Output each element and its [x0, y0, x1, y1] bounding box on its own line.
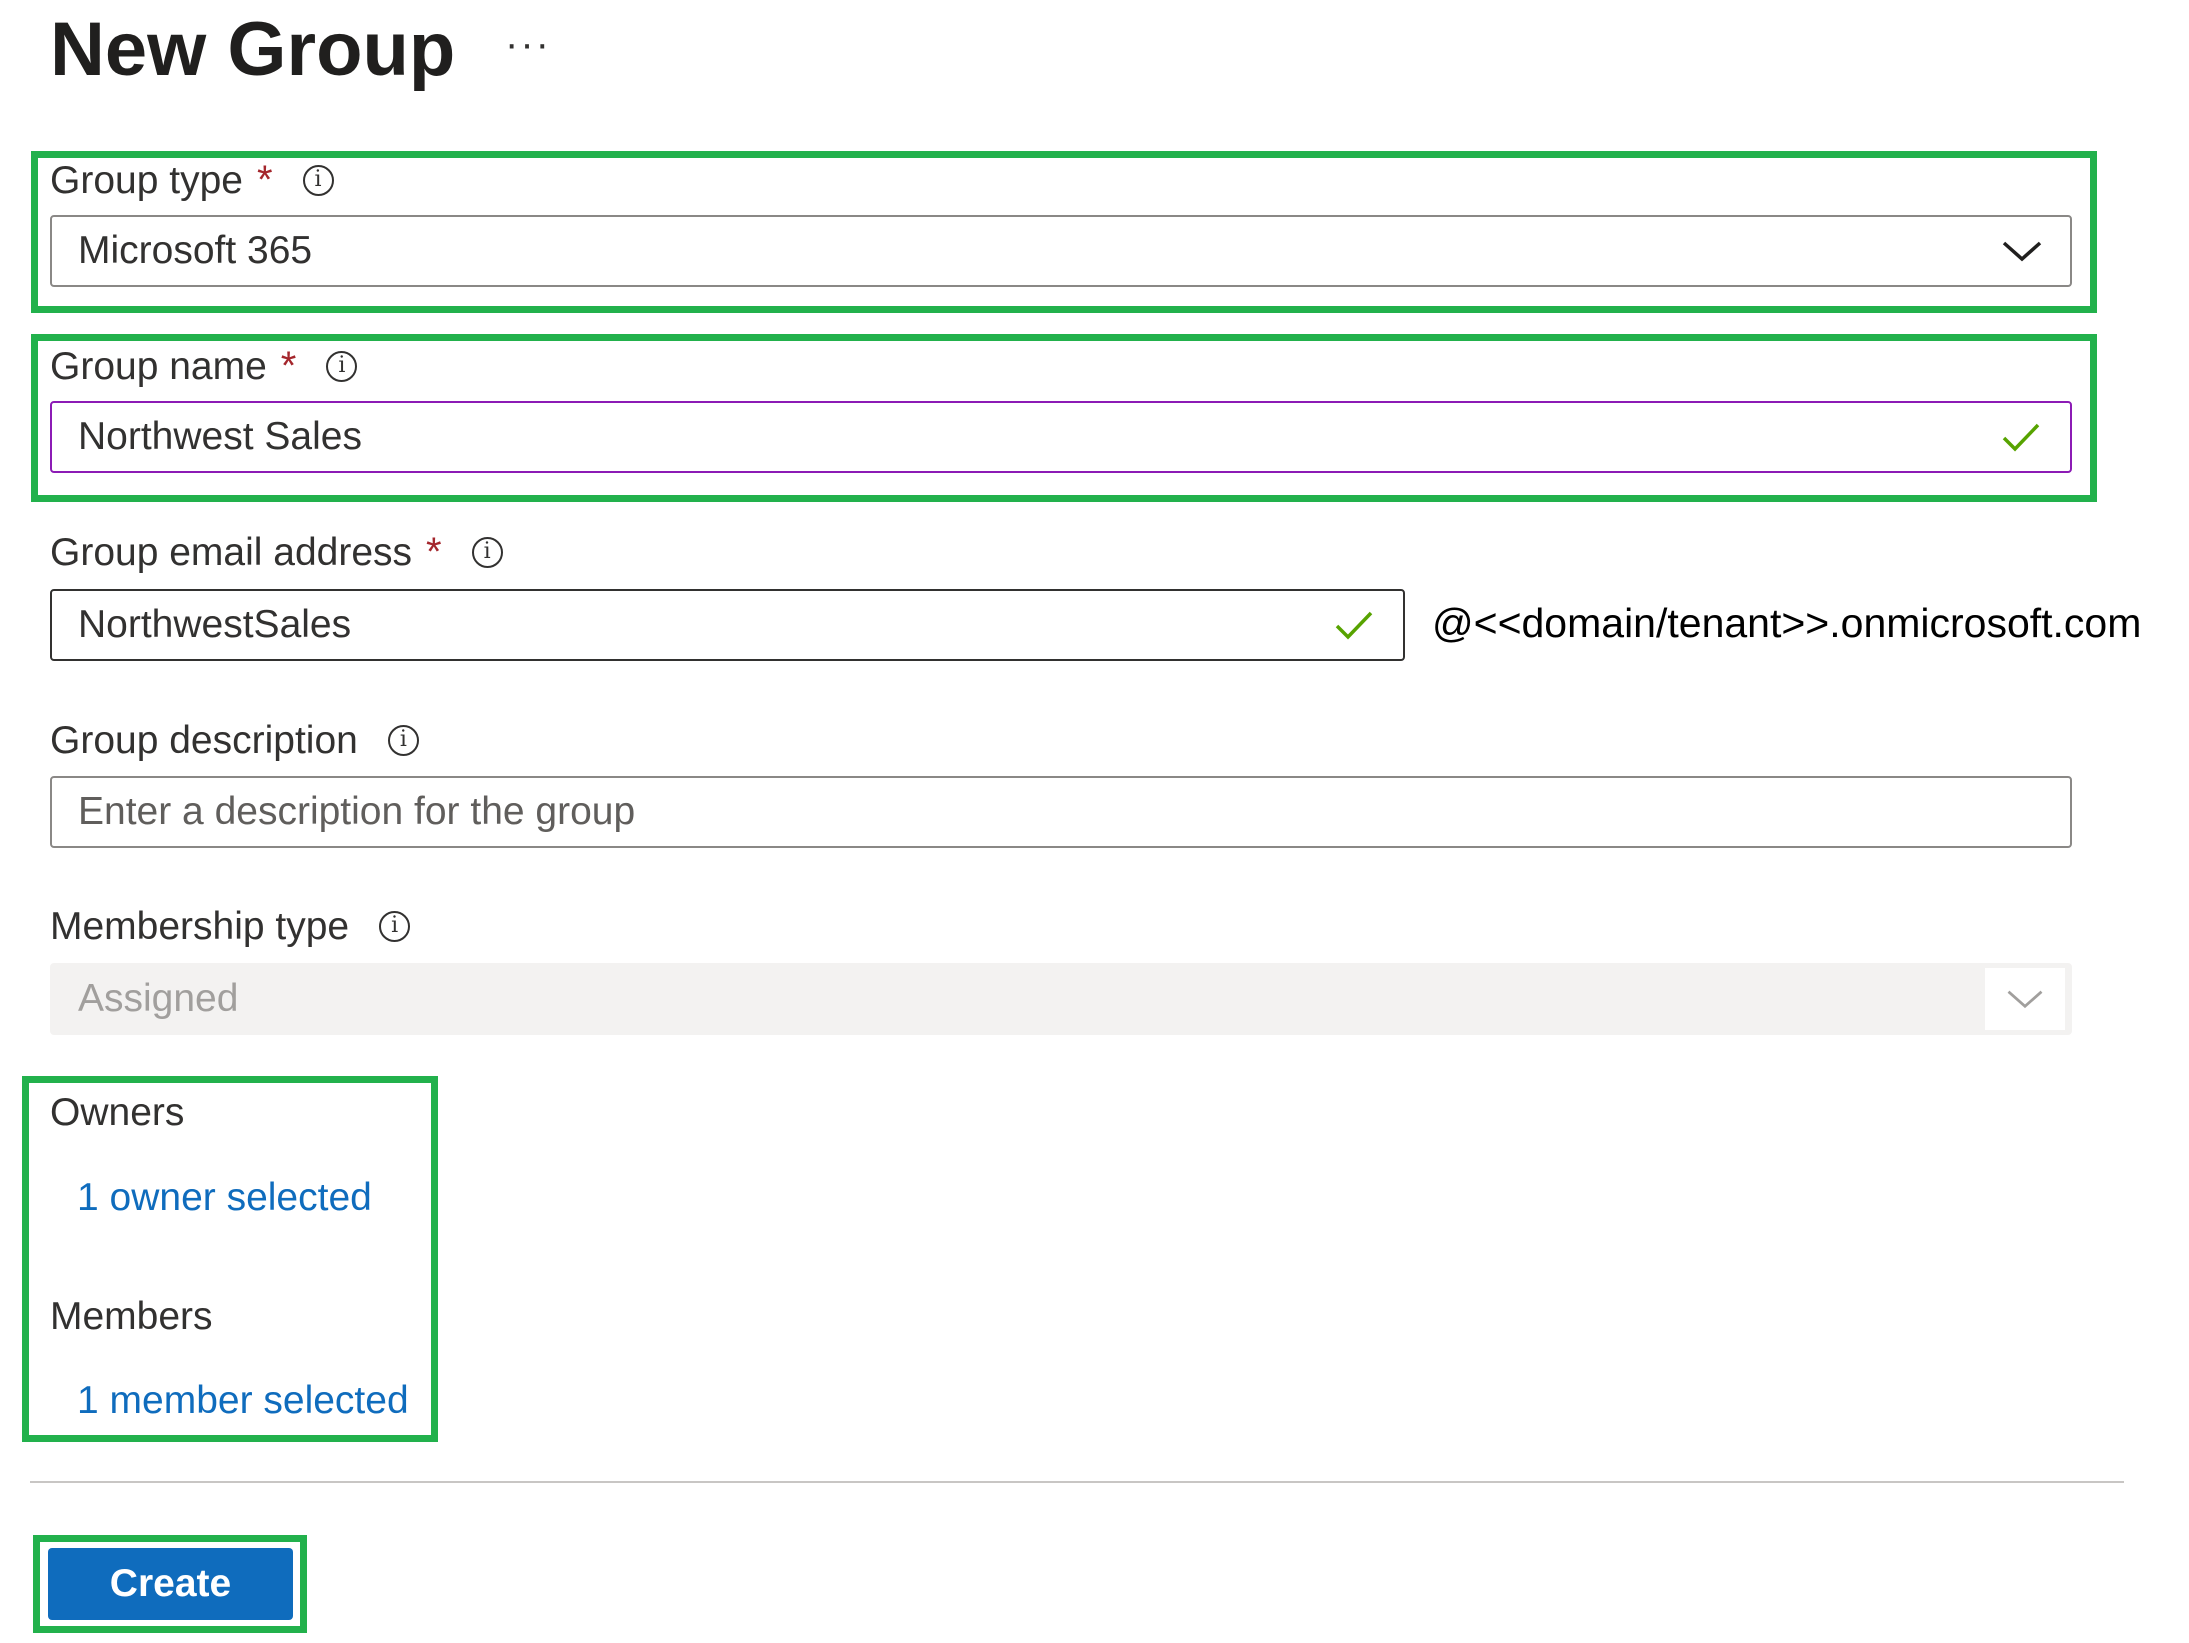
group-email-label-text: Group email address: [50, 530, 413, 574]
divider: [30, 1481, 2124, 1483]
required-indicator: *: [256, 158, 273, 202]
checkmark-icon: [2002, 423, 2040, 452]
required-indicator: *: [280, 344, 297, 388]
group-name-value: Northwest Sales: [78, 415, 362, 458]
group-type-label-text: Group type: [50, 158, 243, 202]
info-icon[interactable]: i: [387, 724, 419, 756]
group-description-label-text: Group description: [50, 718, 358, 762]
chevron-button: [1985, 968, 2065, 1030]
required-indicator: *: [426, 530, 442, 574]
group-name-label: Group name * i: [50, 344, 358, 388]
checkmark-icon: [1335, 611, 1373, 640]
group-description-input[interactable]: Enter a description for the group: [50, 776, 2072, 848]
info-icon[interactable]: i: [326, 350, 358, 382]
page-title: New Group: [50, 7, 456, 92]
group-type-label: Group type * i: [50, 158, 334, 202]
owners-label: Owners: [50, 1091, 185, 1134]
group-type-dropdown[interactable]: Microsoft 365: [50, 215, 2072, 287]
more-actions-button[interactable]: ···: [505, 22, 551, 67]
owners-link[interactable]: 1 owner selected: [77, 1176, 372, 1220]
membership-type-value: Assigned: [78, 977, 239, 1020]
group-name-label-text: Group name: [50, 344, 267, 388]
members-label: Members: [50, 1295, 213, 1338]
membership-type-dropdown: Assigned: [50, 963, 2072, 1035]
create-button[interactable]: Create: [48, 1548, 293, 1620]
membership-type-label: Membership type i: [50, 904, 411, 948]
group-email-label: Group email address * i: [50, 530, 503, 574]
group-description-placeholder: Enter a description for the group: [78, 790, 636, 833]
chevron-down-icon: [2002, 241, 2042, 262]
info-icon[interactable]: i: [379, 910, 411, 942]
chevron-down-icon: [2007, 990, 2043, 1009]
group-name-input[interactable]: Northwest Sales: [50, 401, 2072, 473]
email-domain-suffix: @<<domain/tenant>>.onmicrosoft.com: [1432, 600, 2142, 646]
membership-type-label-text: Membership type: [50, 904, 350, 948]
group-email-value: NorthwestSales: [78, 603, 352, 646]
info-icon[interactable]: i: [302, 164, 334, 196]
group-description-label: Group description i: [50, 718, 419, 762]
members-link[interactable]: 1 member selected: [77, 1379, 409, 1423]
info-icon[interactable]: i: [471, 536, 503, 568]
group-email-input[interactable]: NorthwestSales: [50, 589, 1405, 661]
group-type-value: Microsoft 365: [78, 229, 313, 272]
